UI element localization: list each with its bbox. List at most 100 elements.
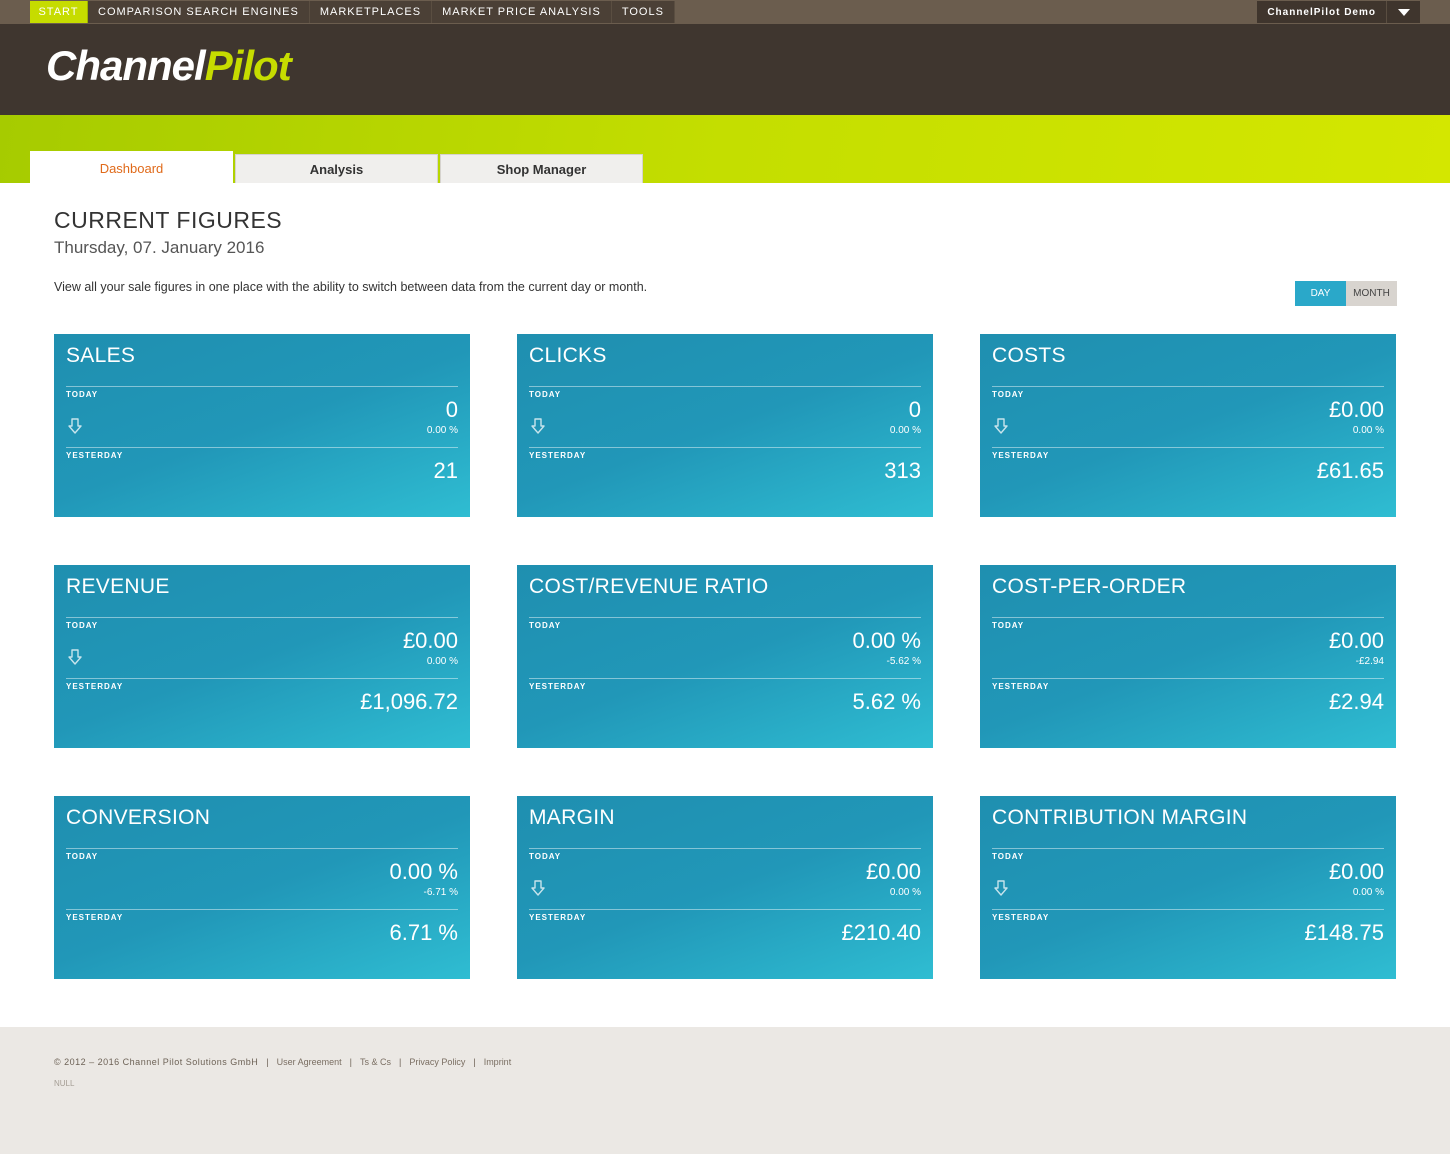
- yesterday-label: YESTERDAY: [992, 451, 1050, 460]
- card-divider: [66, 909, 458, 910]
- chevron-down-icon: [1397, 8, 1410, 16]
- card-divider: [66, 678, 458, 679]
- card-divider: [992, 678, 1384, 679]
- card-divider: [66, 386, 458, 387]
- copyright: © 2012 – 2016 Channel Pilot Solutions Gm…: [54, 1057, 259, 1067]
- metric-card: COST/REVENUE RATIO TODAY 0.00 % -5.62 % YEST…: [517, 565, 933, 748]
- tab-dashboard[interactable]: Dashboard: [30, 151, 233, 183]
- day-button[interactable]: DAY: [1295, 281, 1346, 306]
- today-value: £0.00: [865, 859, 921, 884]
- tab-band: Dashboard Analysis Shop Manager: [0, 115, 1450, 183]
- link-ts-cs[interactable]: Ts & Cs: [360, 1057, 391, 1067]
- nav-comparison-search-engines[interactable]: COMPARISON SEARCH ENGINES: [88, 1, 310, 23]
- today-label: TODAY: [529, 852, 562, 861]
- card-divider: [529, 909, 921, 910]
- today-label: TODAY: [529, 621, 562, 630]
- card-divider: [529, 386, 921, 387]
- change-value: -6.71 %: [423, 887, 458, 898]
- footer-separator: |: [266, 1057, 269, 1067]
- nav-marketplaces[interactable]: MARKETPLACES: [309, 1, 433, 23]
- user-menu[interactable]: ChannelPilot Demo: [1257, 1, 1420, 23]
- today-value: 0: [908, 397, 921, 422]
- card-title: CONTRIBUTION MARGIN: [992, 806, 1248, 829]
- month-button[interactable]: MONTH: [1346, 281, 1397, 306]
- user-name: ChannelPilot Demo: [1267, 6, 1376, 18]
- page-title: CURRENT FIGURES: [54, 207, 283, 233]
- today-value: £0.00: [1328, 628, 1384, 653]
- card-divider: [992, 909, 1384, 910]
- arrow-down-icon: [68, 649, 82, 665]
- channelpilot-logo[interactable]: ChannelPilot: [46, 42, 292, 90]
- arrow-down-icon: [994, 880, 1008, 896]
- link-privacy-policy[interactable]: Privacy Policy: [409, 1057, 465, 1067]
- today-value: £0.00: [402, 628, 458, 653]
- yesterday-value: £61.65: [1316, 458, 1384, 483]
- today-label: TODAY: [66, 390, 99, 399]
- nav-tools[interactable]: TOOLS: [611, 1, 675, 23]
- yesterday-label: YESTERDAY: [992, 682, 1050, 691]
- link-imprint[interactable]: Imprint: [484, 1057, 512, 1067]
- metric-card: MARGIN TODAY £0.00 0.00 % YESTERDAY £210.40: [517, 796, 933, 979]
- card-divider: [992, 386, 1384, 387]
- top-nav-items: START COMPARISON SEARCH ENGINES MARKETPL…: [30, 1, 675, 23]
- yesterday-label: YESTERDAY: [529, 913, 587, 922]
- metric-card: CONTRIBUTION MARGIN TODAY £0.00 0.00 % YESTE…: [980, 796, 1396, 979]
- today-label: TODAY: [992, 852, 1025, 861]
- footer: © 2012 – 2016 Channel Pilot Solutions Gm…: [0, 1027, 1450, 1154]
- today-label: TODAY: [66, 852, 99, 861]
- arrow-down-icon: [531, 880, 545, 896]
- metric-card: CONVERSION TODAY 0.00 % -6.71 % YESTERDAY 6.7…: [54, 796, 470, 979]
- yesterday-value: £2.94: [1328, 689, 1384, 714]
- yesterday-label: YESTERDAY: [529, 451, 587, 460]
- change-value: -5.62 %: [886, 656, 921, 667]
- arrow-down-icon: [994, 418, 1008, 434]
- today-label: TODAY: [66, 621, 99, 630]
- card-divider: [992, 617, 1384, 618]
- logo-part-1: Channel: [46, 42, 206, 89]
- user-dropdown-toggle[interactable]: [1386, 1, 1420, 23]
- card-divider: [529, 848, 921, 849]
- card-title: CLICKS: [529, 344, 607, 367]
- yesterday-label: YESTERDAY: [529, 682, 587, 691]
- page-date: Thursday, 07. January 2016: [54, 238, 265, 257]
- yesterday-label: YESTERDAY: [992, 913, 1050, 922]
- card-divider: [529, 678, 921, 679]
- link-user-agreement[interactable]: User Agreement: [277, 1057, 342, 1067]
- metric-card: COSTS TODAY £0.00 0.00 % YESTERDAY £61.65: [980, 334, 1396, 517]
- yesterday-value: 313: [884, 458, 921, 483]
- change-value: 0.00 %: [426, 425, 458, 436]
- period-toggle: DAY MONTH: [1295, 281, 1397, 306]
- today-value: £0.00: [1328, 397, 1384, 422]
- yesterday-value: £1,096.72: [360, 689, 458, 714]
- metric-card: REVENUE TODAY £0.00 0.00 % YESTERDAY £1,096.7…: [54, 565, 470, 748]
- change-value: 0.00 %: [1352, 425, 1384, 436]
- change-value: 0.00 %: [1352, 887, 1384, 898]
- yesterday-value: £210.40: [841, 920, 921, 945]
- today-value: 0.00 %: [389, 859, 459, 884]
- today-label: TODAY: [992, 390, 1025, 399]
- today-value: 0.00 %: [852, 628, 922, 653]
- footer-separator: |: [473, 1057, 476, 1067]
- card-title: REVENUE: [66, 575, 170, 598]
- yesterday-value: 6.71 %: [389, 920, 459, 945]
- nav-market-price-analysis[interactable]: MARKET PRICE ANALYSIS: [432, 1, 612, 23]
- card-title: MARGIN: [529, 806, 615, 829]
- arrow-down-icon: [68, 418, 82, 434]
- card-divider: [66, 848, 458, 849]
- today-value: £0.00: [1328, 859, 1384, 884]
- change-value: 0.00 %: [889, 425, 921, 436]
- metric-card: SALES TODAY 0 0.00 % YESTERDAY 21: [54, 334, 470, 517]
- null-text: NULL: [54, 1079, 75, 1088]
- change-value: 0.00 %: [889, 887, 921, 898]
- footer-separator: |: [349, 1057, 352, 1067]
- card-title: COST/REVENUE RATIO: [529, 575, 769, 598]
- metric-card: COST-PER-ORDER TODAY £0.00 -£2.94 YESTERDAY £…: [980, 565, 1396, 748]
- tab-shop-manager[interactable]: Shop Manager: [440, 154, 643, 183]
- card-title: COSTS: [992, 344, 1066, 367]
- footer-links: © 2012 – 2016 Channel Pilot Solutions Gm…: [54, 1057, 511, 1067]
- nav-start[interactable]: START: [30, 1, 88, 23]
- tab-analysis[interactable]: Analysis: [235, 154, 438, 183]
- card-title: COST-PER-ORDER: [992, 575, 1187, 598]
- yesterday-label: YESTERDAY: [66, 913, 124, 922]
- card-divider: [66, 617, 458, 618]
